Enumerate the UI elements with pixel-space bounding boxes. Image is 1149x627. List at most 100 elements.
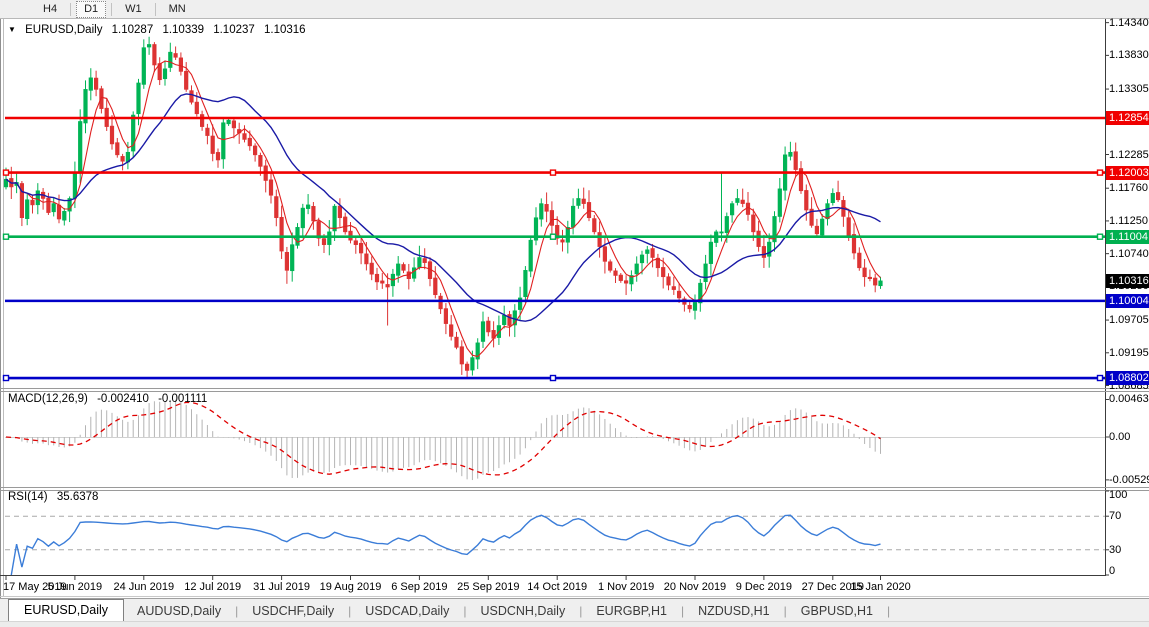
candle xyxy=(571,198,575,234)
candle xyxy=(264,160,268,193)
terminal-window: H4 D1 W1 MN ▼ EURUSD,Daily 1.10287 1.10339 … xyxy=(0,0,1149,627)
timeframe-button-mn[interactable]: MN xyxy=(161,1,194,18)
toolbar-separator xyxy=(111,3,112,16)
line-handle-marker xyxy=(1098,376,1103,381)
candle xyxy=(577,189,581,209)
candle xyxy=(820,214,824,237)
candle xyxy=(646,246,650,264)
candle xyxy=(805,184,809,220)
line-handle-marker xyxy=(551,170,556,175)
ohlc-high: 1.10339 xyxy=(162,24,204,36)
candle xyxy=(741,189,745,208)
candle xyxy=(582,188,586,209)
candle xyxy=(603,236,607,273)
tab-separator: | xyxy=(886,604,891,618)
candle xyxy=(216,149,220,168)
candle xyxy=(407,264,411,289)
candle xyxy=(370,256,374,280)
tab-usdcnh-daily[interactable]: USDCNH,Daily xyxy=(467,601,578,621)
timeframe-button-w1[interactable]: W1 xyxy=(117,1,150,18)
candle xyxy=(375,268,379,290)
candle xyxy=(704,255,708,290)
candle xyxy=(391,269,395,297)
candle xyxy=(290,233,294,282)
candle xyxy=(312,202,316,230)
candle xyxy=(418,246,422,270)
candle xyxy=(301,204,305,238)
candle xyxy=(736,189,740,205)
candle xyxy=(110,115,114,150)
candle xyxy=(444,303,448,334)
timeframe-button-d1[interactable]: D1 xyxy=(76,1,106,18)
candle xyxy=(402,262,406,273)
candle xyxy=(147,37,151,55)
candle xyxy=(222,118,226,169)
candle xyxy=(730,201,734,223)
candle xyxy=(89,68,93,100)
candle xyxy=(852,223,856,259)
timeframe-button-h4[interactable]: H4 xyxy=(35,1,65,18)
tab-audusd-daily[interactable]: AUDUSD,Daily xyxy=(124,601,234,621)
candle xyxy=(52,197,56,216)
candle xyxy=(465,362,469,379)
rsi-line xyxy=(11,515,880,575)
tab-eurusd-daily[interactable]: EURUSD,Daily xyxy=(8,599,124,621)
candle xyxy=(200,111,204,131)
candle xyxy=(169,43,173,72)
tab-eurgbp-h1[interactable]: EURGBP,H1 xyxy=(583,601,680,621)
candle xyxy=(789,142,793,161)
candle xyxy=(619,273,623,283)
candle xyxy=(524,266,528,303)
candle xyxy=(20,181,24,226)
candle xyxy=(598,221,602,257)
macd-indicator-label: MACD(12,26,9) -0.002410 -0.001111 xyxy=(8,393,213,405)
candle xyxy=(873,274,877,292)
rsi-name: RSI(14) xyxy=(8,491,48,503)
candle xyxy=(762,235,766,268)
candle xyxy=(253,143,257,161)
candle xyxy=(460,340,464,375)
candle xyxy=(381,273,385,289)
candle xyxy=(487,317,491,336)
macd-histogram xyxy=(6,400,881,480)
line-handle-marker xyxy=(4,170,9,175)
candle xyxy=(338,198,342,227)
tab-gbpusd-h1[interactable]: GBPUSD,H1 xyxy=(788,601,886,621)
rsi-indicator-label: RSI(14) 35.6378 xyxy=(8,491,104,503)
candle xyxy=(863,259,867,287)
tab-nzdusd-h1[interactable]: NZDUSD,H1 xyxy=(685,601,783,621)
candle xyxy=(720,173,724,242)
collapse-triangle-icon[interactable]: ▼ xyxy=(8,25,16,34)
candle xyxy=(163,60,167,85)
candle xyxy=(343,213,347,235)
symbol-title: ▼ EURUSD,Daily 1.10287 1.10339 1.10237 1… xyxy=(8,24,312,36)
candle xyxy=(275,190,279,227)
candle xyxy=(142,39,146,88)
candle xyxy=(709,235,713,276)
candle xyxy=(651,244,655,267)
tab-usdcad-daily[interactable]: USDCAD,Daily xyxy=(352,601,462,621)
candle xyxy=(593,215,597,234)
candle xyxy=(428,257,432,286)
tab-usdchf-daily[interactable]: USDCHF,Daily xyxy=(239,601,347,621)
candle xyxy=(693,295,697,320)
candle xyxy=(778,178,782,222)
line-handle-marker xyxy=(1098,170,1103,175)
chart-canvas[interactable] xyxy=(0,19,1149,598)
candle xyxy=(587,190,591,221)
candle xyxy=(481,312,485,348)
candle xyxy=(184,62,188,92)
candle xyxy=(667,273,671,290)
chart-window: ▼ EURUSD,Daily 1.10287 1.10339 1.10237 1… xyxy=(0,19,1149,598)
horizontal-levels[interactable] xyxy=(4,118,1106,381)
candle xyxy=(174,46,178,60)
candle xyxy=(158,57,162,85)
candle xyxy=(105,98,109,130)
candle xyxy=(449,315,453,340)
tab-bar-bottom-strip xyxy=(0,621,1149,627)
macd-name: MACD(12,26,9) xyxy=(8,393,88,405)
rsi-value: 35.6378 xyxy=(57,491,99,503)
candle xyxy=(423,248,427,269)
candle xyxy=(529,238,533,278)
ohlc-open: 1.10287 xyxy=(112,24,154,36)
